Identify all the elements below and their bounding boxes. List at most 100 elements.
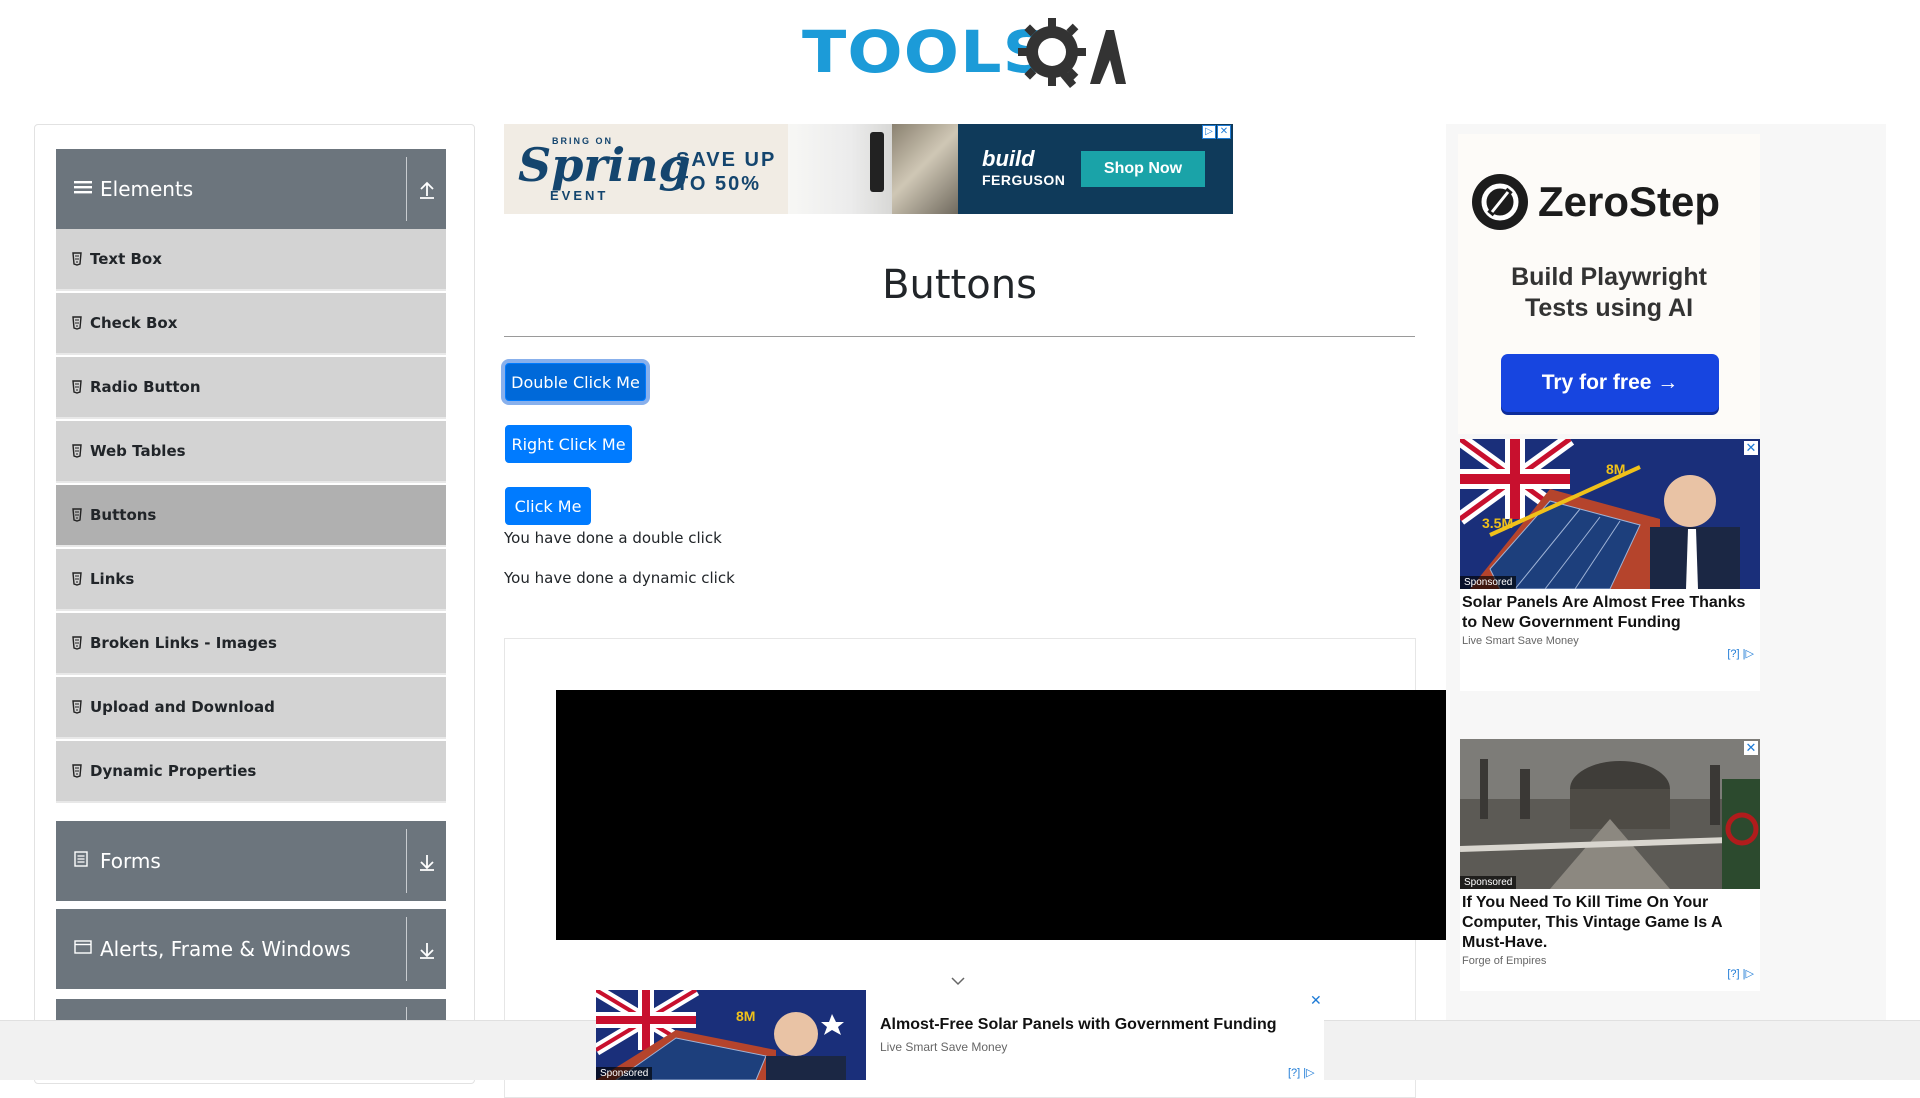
double-click-message: You have done a double click <box>504 529 722 547</box>
sidebar-item-label: Text Box <box>90 250 162 268</box>
sidebar-item-broken-links-images[interactable]: Broken Links - Images <box>56 613 446 675</box>
elements-menu-list: Text Box Check Box Radio Button Web Tabl… <box>56 229 446 805</box>
sidebar-item-dynamic-properties[interactable]: Dynamic Properties <box>56 741 446 803</box>
window-icon <box>74 939 94 959</box>
html5-icon <box>72 252 82 266</box>
html5-icon <box>72 764 82 778</box>
adchoices-link[interactable]: [?] |▷ <box>1460 967 1760 980</box>
ad-shop-now-button[interactable]: Shop Now <box>1081 151 1205 187</box>
adchoices-text: [?] <box>1288 1067 1301 1079</box>
group-header-forms[interactable]: Forms <box>56 821 446 901</box>
html5-icon <box>72 380 82 394</box>
ad-event-text: EVENT <box>550 188 609 203</box>
site-header: TOOLS <box>0 0 1920 100</box>
logo-qa-gear-icon <box>1018 18 1126 88</box>
click-me-button[interactable]: Click Me <box>505 487 591 525</box>
bottom-sticky-ad[interactable]: 8M Sponsored Almost-Free Solar Panels wi… <box>596 990 1324 1080</box>
sidebar-item-radio-button[interactable]: Radio Button <box>56 357 446 419</box>
toolsqa-logo[interactable]: TOOLS <box>802 14 1126 90</box>
sidebar-item-label: Upload and Download <box>90 698 275 716</box>
group-divider <box>406 829 407 893</box>
html5-icon <box>72 700 82 714</box>
bottom-ad-badge-8m: 8M <box>736 1008 756 1024</box>
adchoices-icon: |▷ <box>1742 648 1754 660</box>
right-click-button[interactable]: Right Click Me <box>505 425 632 463</box>
group-header-elements[interactable]: Elements <box>56 149 446 229</box>
dynamic-click-message: You have done a dynamic click <box>504 569 735 587</box>
ad-close-icon[interactable]: ✕ <box>1310 992 1322 1009</box>
zerostep-try-free-button[interactable]: Try for free → <box>1501 354 1719 412</box>
sidebar-item-label: Dynamic Properties <box>90 762 257 780</box>
collapse-arrow-icon[interactable] <box>414 177 440 203</box>
group-divider <box>406 157 407 221</box>
game-ad-image: Sponsored ✕ <box>1460 739 1760 889</box>
sidebar-item-text-box[interactable]: Text Box <box>56 229 446 291</box>
game-ad-source: Forge of Empires <box>1462 955 1547 967</box>
adchoices-icon: |▷ <box>1303 1067 1315 1079</box>
ad-room-image <box>892 124 962 214</box>
double-click-button[interactable]: Double Click Me <box>505 363 646 401</box>
sponsored-label: Sponsored <box>1460 876 1517 889</box>
sidebar-item-label: Links <box>90 570 135 588</box>
hamburger-icon <box>74 179 94 199</box>
adchoices-text: [?] <box>1727 968 1740 980</box>
adchoices-link[interactable]: [?] |▷ <box>1288 1066 1315 1079</box>
sidebar-item-web-tables[interactable]: Web Tables <box>56 421 446 483</box>
html5-icon <box>72 444 82 458</box>
group-title-forms: Forms <box>100 849 161 873</box>
expand-arrow-icon[interactable] <box>414 849 440 875</box>
sidebar-item-label: Broken Links - Images <box>90 634 277 652</box>
html5-icon <box>72 508 82 522</box>
adchoices-icon[interactable]: ▷ <box>1202 125 1216 139</box>
ad-close-icon[interactable]: ✕ <box>1217 125 1231 139</box>
native-ad-solar[interactable]: 8M 3.5M Sponsored ✕ Solar Panels Are Alm… <box>1460 439 1760 691</box>
document-icon <box>74 851 94 871</box>
zerostep-ad[interactable]: ZeroStep Build Playwright Tests using AI… <box>1458 134 1760 434</box>
solar-ad-image: 8M 3.5M Sponsored ✕ <box>1460 439 1760 589</box>
ad-build-text: build <box>982 146 1035 171</box>
sidebar-item-links[interactable]: Links <box>56 549 446 611</box>
zerostep-logo: ZeroStep <box>1472 174 1720 230</box>
zerostep-tagline-line-2: Tests using AI <box>1524 294 1694 322</box>
game-ad-headline[interactable]: If You Need To Kill Time On Your Compute… <box>1460 889 1760 953</box>
title-divider <box>504 336 1415 337</box>
bottom-ad-source: Live Smart Save Money <box>880 1040 1008 1054</box>
solar-ad-headline[interactable]: Solar Panels Are Almost Free Thanks to N… <box>1460 589 1760 633</box>
zerostep-tagline-line-1: Build Playwright <box>1511 263 1707 291</box>
group-header-alerts-frame-windows[interactable]: Alerts, Frame & Windows <box>56 909 446 989</box>
top-banner-ad[interactable]: BRING ON Spring EVENT SAVE UP TO 50% bui… <box>504 124 1233 214</box>
zerostep-name: ZeroStep <box>1538 178 1721 225</box>
html5-icon <box>72 572 82 586</box>
sidebar-item-buttons[interactable]: Buttons <box>56 485 446 547</box>
sidebar-item-label: Web Tables <box>90 442 186 460</box>
sponsored-label: Sponsored <box>596 1067 653 1080</box>
chevron-down-icon[interactable] <box>950 976 966 986</box>
page-title: Buttons <box>882 262 1037 308</box>
sidebar-item-upload-and-download[interactable]: Upload and Download <box>56 677 446 739</box>
sidebar-item-label: Buttons <box>90 506 157 524</box>
zerostep-mark-icon <box>1472 174 1528 230</box>
ad-save-line-1: SAVE UP <box>676 149 777 171</box>
ad-door-handle-image <box>870 132 884 192</box>
group-divider <box>406 917 407 981</box>
html5-icon <box>72 316 82 330</box>
adchoices-icon: |▷ <box>1742 968 1754 980</box>
ad-close-icon[interactable]: ✕ <box>1744 441 1758 455</box>
sponsored-label: Sponsored <box>1460 576 1517 589</box>
adchoices-text: [?] <box>1727 648 1740 660</box>
solar-ad-badge-35m: 3.5M <box>1482 515 1514 531</box>
zerostep-tagline: Build Playwright Tests using AI <box>1458 262 1760 324</box>
sidebar-item-label: Radio Button <box>90 378 201 396</box>
native-ad-game[interactable]: Sponsored ✕ If You Need To Kill Time On … <box>1460 739 1760 991</box>
solar-ad-badge-8m: 8M <box>1606 461 1626 477</box>
group-title-alerts-frame-windows: Alerts, Frame & Windows <box>100 937 351 961</box>
bottom-ad-headline[interactable]: Almost-Free Solar Panels with Government… <box>880 1016 1277 1034</box>
ad-close-icon[interactable]: ✕ <box>1744 741 1758 755</box>
ad-spring-text: Spring <box>518 138 691 192</box>
video-player[interactable] <box>556 690 1446 940</box>
ad-ferguson-text: FERGUSON <box>982 172 1066 188</box>
expand-arrow-icon[interactable] <box>414 937 440 963</box>
sidebar-item-label: Check Box <box>90 314 178 332</box>
adchoices-link[interactable]: [?] |▷ <box>1460 647 1760 660</box>
sidebar-item-check-box[interactable]: Check Box <box>56 293 446 355</box>
